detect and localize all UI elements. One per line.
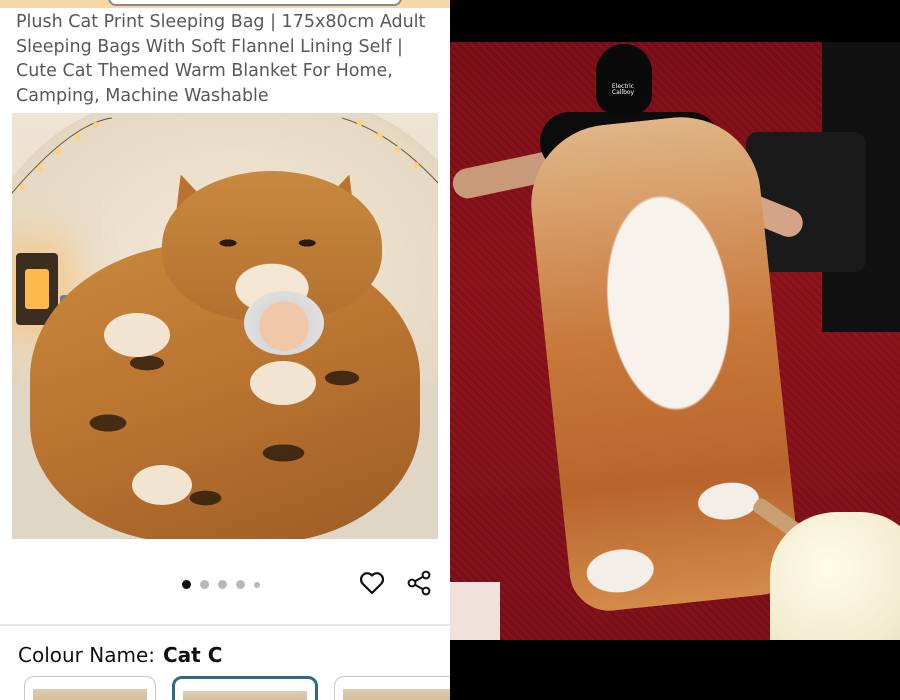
variant-thumb-image	[33, 689, 147, 700]
variant-thumb-2-selected[interactable]	[172, 676, 318, 700]
variant-thumbnails	[0, 676, 450, 700]
variant-label: Colour Name:	[18, 643, 155, 667]
cat-foot	[132, 465, 192, 505]
variant-thumb-image	[343, 689, 450, 700]
share-icon	[407, 570, 431, 596]
customer-photo-panel: Electric Callboy	[450, 0, 900, 700]
carousel-dot-2[interactable]	[200, 580, 209, 589]
heart-icon	[359, 572, 385, 595]
variant-thumb-3[interactable]	[334, 676, 450, 700]
customer-photo[interactable]: Electric Callboy	[450, 42, 900, 640]
person-cap: Electric Callboy	[596, 44, 652, 114]
section-divider	[0, 624, 450, 626]
fluffy-cushion	[770, 512, 900, 640]
carousel-dot-4[interactable]	[236, 580, 245, 589]
variant-thumb-1[interactable]	[24, 676, 156, 700]
product-title: Plush Cat Print Sleeping Bag | 175x80cm …	[16, 12, 426, 106]
header-strip	[0, 0, 450, 8]
variant-value: Cat C	[163, 643, 223, 667]
box-corner	[450, 582, 500, 640]
carousel-dot-3[interactable]	[218, 580, 227, 589]
variant-thumb-image	[183, 691, 307, 700]
carousel-controls	[0, 562, 450, 606]
cat-paw-right	[250, 361, 316, 405]
variant-selector-label: Colour Name: Cat C	[18, 643, 222, 667]
share-button[interactable]	[404, 568, 434, 598]
wishlist-button[interactable]	[357, 568, 387, 598]
cap-logo-text: Electric Callboy	[611, 83, 635, 96]
product-panel: Plush Cat Print Sleeping Bag | 175x80cm …	[0, 0, 450, 700]
sleeping-person	[244, 291, 324, 355]
carousel-dot-5[interactable]	[254, 581, 260, 588]
cat-paw-left	[104, 313, 170, 357]
carousel-dot-1[interactable]	[182, 580, 191, 589]
search-bar-edge[interactable]	[108, 0, 402, 6]
product-image[interactable]	[12, 113, 438, 539]
carousel-dots	[182, 580, 260, 589]
